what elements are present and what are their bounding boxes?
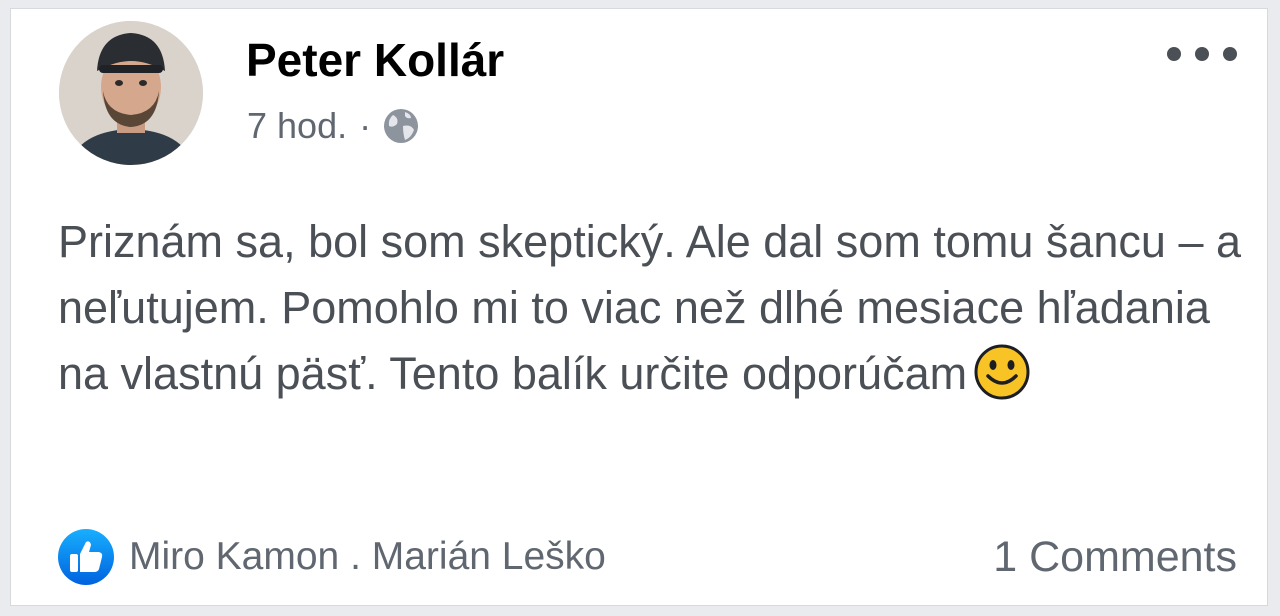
comments-count[interactable]: 1 Comments [993, 533, 1237, 582]
reaction-names[interactable]: Miro Kamon . Marián Leško [129, 535, 606, 579]
like-icon [57, 528, 115, 586]
avatar-photo [59, 21, 203, 165]
more-dot [1223, 47, 1237, 61]
reactions-summary[interactable]: Miro Kamon . Marián Leško [57, 528, 606, 586]
author-name[interactable]: Peter Kollár [246, 33, 504, 87]
post-card: Peter Kollár 7 hod. · Priznám sa, bol so… [10, 8, 1268, 606]
author-avatar[interactable] [59, 21, 203, 165]
post-timestamp[interactable]: 7 hod. [247, 105, 347, 147]
post-text: Priznám sa, bol som skeptický. Ale dal s… [58, 216, 1242, 399]
globe-icon [381, 106, 421, 146]
meta-separator: · [359, 105, 372, 146]
more-dot [1195, 47, 1209, 61]
post-body: Priznám sa, bol som skeptický. Ale dal s… [58, 209, 1248, 407]
smiley-icon [973, 343, 1031, 401]
more-dot [1167, 47, 1181, 61]
post-footer: Miro Kamon . Marián Leško 1 Comments [57, 525, 1237, 589]
more-options-button[interactable] [1167, 39, 1237, 69]
post-meta: 7 hod. · [247, 101, 421, 151]
